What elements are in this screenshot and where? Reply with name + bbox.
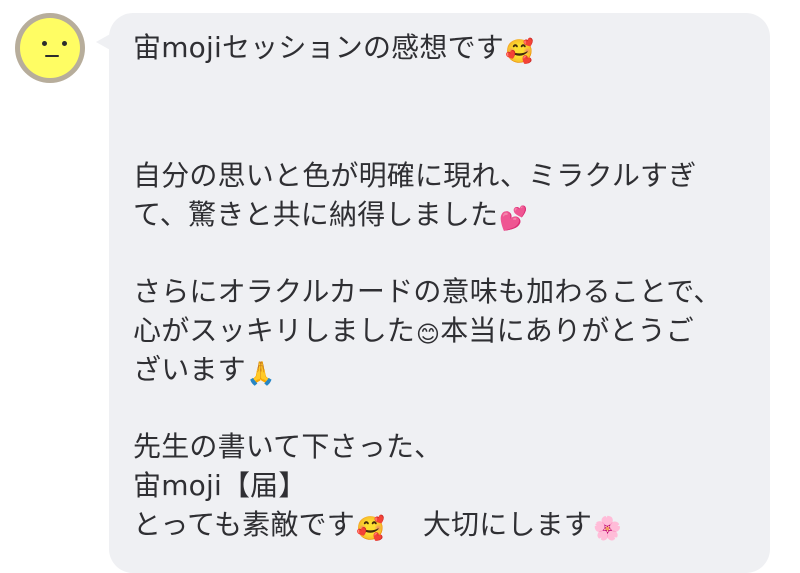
- cherry-blossom-icon: 🌸: [593, 516, 622, 542]
- message-line: 先生の書いて下さった、: [133, 430, 443, 463]
- message-line: 宙moji【届】: [133, 469, 307, 502]
- message-line: 自分の思いと色が明確に現れ、ミラクルすぎ: [133, 159, 697, 192]
- left-eye-icon: [42, 41, 47, 46]
- message-text-segment: とっても素敵です: [133, 508, 355, 541]
- smiling-face-with-hearts-icon: 🥰: [504, 39, 534, 65]
- smiling-face-icon: 😊: [416, 322, 441, 348]
- message-line: ざいます🙏: [133, 350, 743, 389]
- message-line: 心がスッキリしました😊本当にありがとうご: [133, 311, 743, 350]
- neutral-face-icon: [20, 18, 80, 78]
- avatar[interactable]: [15, 13, 85, 83]
- message-title-line: 宙mojiセッションの感想です🥰: [133, 28, 743, 67]
- message-text-segment: 心がスッキリしました: [133, 314, 416, 347]
- message-text-segment: ざいます: [133, 353, 246, 386]
- folded-hands-icon: 🙏: [246, 361, 276, 387]
- smiling-face-with-hearts-icon: 🥰: [355, 516, 385, 542]
- message-title: 宙mojiセッションの感想です: [133, 31, 504, 64]
- message-text: 宙mojiセッションの感想です🥰 自分の思いと色が明確に現れ、ミラクルすぎ て、…: [133, 28, 743, 544]
- message-text-segment: 大切にします: [422, 508, 593, 541]
- mouth-icon: [45, 55, 59, 57]
- message-line: とっても素敵です🥰 大切にします🌸: [133, 505, 743, 544]
- message-text-segment: 本当にありがとうご: [440, 314, 695, 347]
- two-hearts-icon: 💕: [499, 206, 529, 232]
- message-line: さらにオラクルカードの意味も加わることで、: [133, 275, 722, 308]
- right-eye-icon: [62, 41, 67, 46]
- message-line: て、驚きと共に納得しました💕: [133, 195, 743, 234]
- message-text-segment: て、驚きと共に納得しました: [133, 198, 499, 231]
